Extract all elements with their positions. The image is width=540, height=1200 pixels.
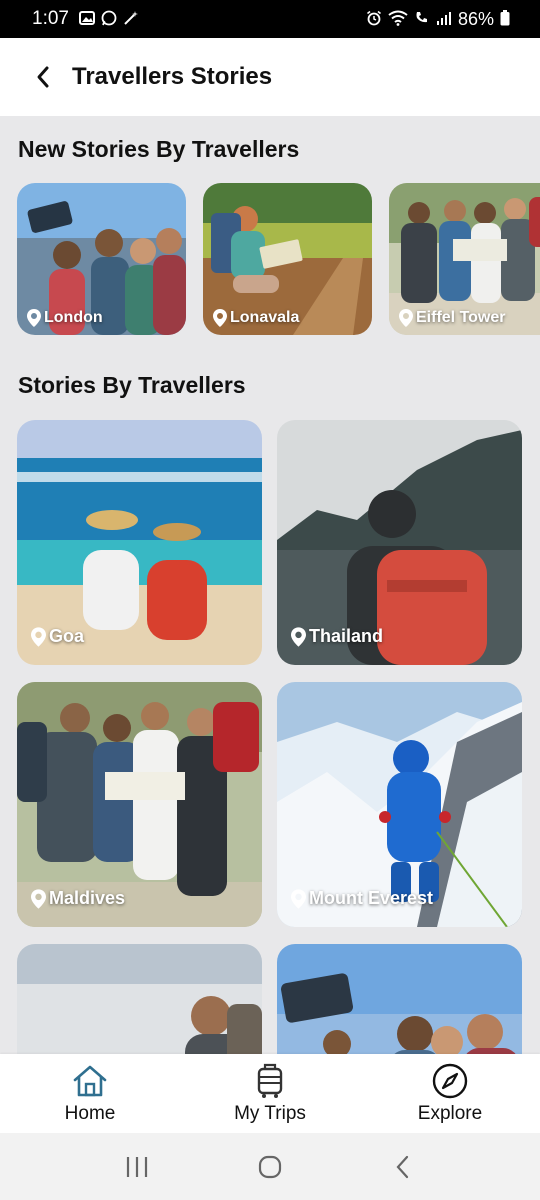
whatsapp-icon [101, 10, 117, 29]
new-stories-heading: New Stories By Travellers [18, 136, 300, 162]
bottom-nav: Home My Trips Explore [0, 1054, 540, 1133]
location-label: Lonavala [213, 309, 299, 327]
story-card[interactable]: Mount Everest [277, 682, 522, 927]
location-pin-icon [27, 309, 41, 327]
location-label: London [27, 309, 103, 327]
battery-icon [500, 9, 510, 29]
location-pin-icon [291, 626, 306, 647]
location-label: Mount Everest [291, 888, 433, 909]
page-title: Travellers Stories [72, 63, 273, 90]
nav-home-label: Home [64, 1102, 116, 1124]
compass-icon [432, 1063, 468, 1098]
location-name: Goa [49, 626, 85, 646]
back-button[interactable] [28, 62, 58, 92]
gallery-icon [78, 10, 95, 28]
location-pin-icon [213, 309, 227, 327]
location-pin-icon [399, 309, 413, 327]
location-pin-icon [31, 888, 46, 909]
back-arrow-icon [37, 66, 49, 88]
nav-explore-label: Explore [417, 1102, 483, 1124]
story-card[interactable]: Maldives [17, 682, 262, 927]
battery-percent: 86% [457, 8, 494, 29]
nav-explore[interactable]: Explore [370, 1063, 530, 1125]
location-name: Maldives [49, 888, 126, 908]
home-system-button[interactable] [240, 1147, 300, 1187]
location-name: London [44, 309, 103, 326]
new-story-card[interactable]: Eiffel Tower [389, 183, 540, 335]
location-label: Eiffel Tower [399, 309, 506, 327]
location-name: Thailand [309, 626, 384, 646]
stories-scroll-area[interactable]: New Stories By Travellers London Lonaval… [0, 116, 540, 1054]
back-system-button[interactable] [373, 1147, 433, 1187]
status-bar: 1:07 86% [0, 0, 540, 38]
home-circle-icon [258, 1155, 282, 1178]
nav-home[interactable]: Home [10, 1063, 170, 1125]
recent-apps-icon [126, 1156, 147, 1177]
story-card[interactable] [17, 944, 262, 1054]
location-name: Eiffel Tower [416, 309, 506, 326]
wifi-calling-icon [414, 10, 430, 29]
new-story-card[interactable]: London [17, 183, 186, 335]
status-time: 1:07 [32, 8, 69, 29]
story-card[interactable]: Goa [17, 420, 262, 665]
recent-apps-button[interactable] [107, 1147, 167, 1187]
status-right: 86% [366, 9, 510, 30]
story-card[interactable]: Thailand [277, 420, 522, 665]
nav-my-trips[interactable]: My Trips [190, 1063, 350, 1125]
story-photo [277, 944, 522, 1054]
app-bar: Travellers Stories [0, 38, 540, 116]
location-label: Goa [31, 626, 84, 647]
nav-my-trips-label: My Trips [234, 1102, 306, 1124]
location-label: Maldives [31, 888, 125, 909]
location-name: Lonavala [230, 309, 300, 326]
signal-icon [436, 11, 452, 28]
wifi-icon [388, 10, 408, 29]
story-card[interactable] [277, 944, 522, 1054]
back-chevron-icon [396, 1155, 409, 1178]
new-story-card[interactable]: Lonavala [203, 183, 372, 335]
status-left: 1:07 [32, 8, 139, 30]
home-icon [73, 1065, 107, 1096]
location-name: Mount Everest [309, 888, 434, 908]
magic-wand-icon [123, 10, 139, 29]
stories-heading: Stories By Travellers [18, 372, 246, 398]
location-pin-icon [291, 888, 306, 909]
alarm-icon [366, 10, 382, 29]
luggage-icon [257, 1063, 283, 1098]
story-photo [17, 944, 262, 1054]
system-nav-bar [0, 1133, 540, 1200]
location-label: Thailand [291, 626, 383, 647]
location-pin-icon [31, 626, 46, 647]
